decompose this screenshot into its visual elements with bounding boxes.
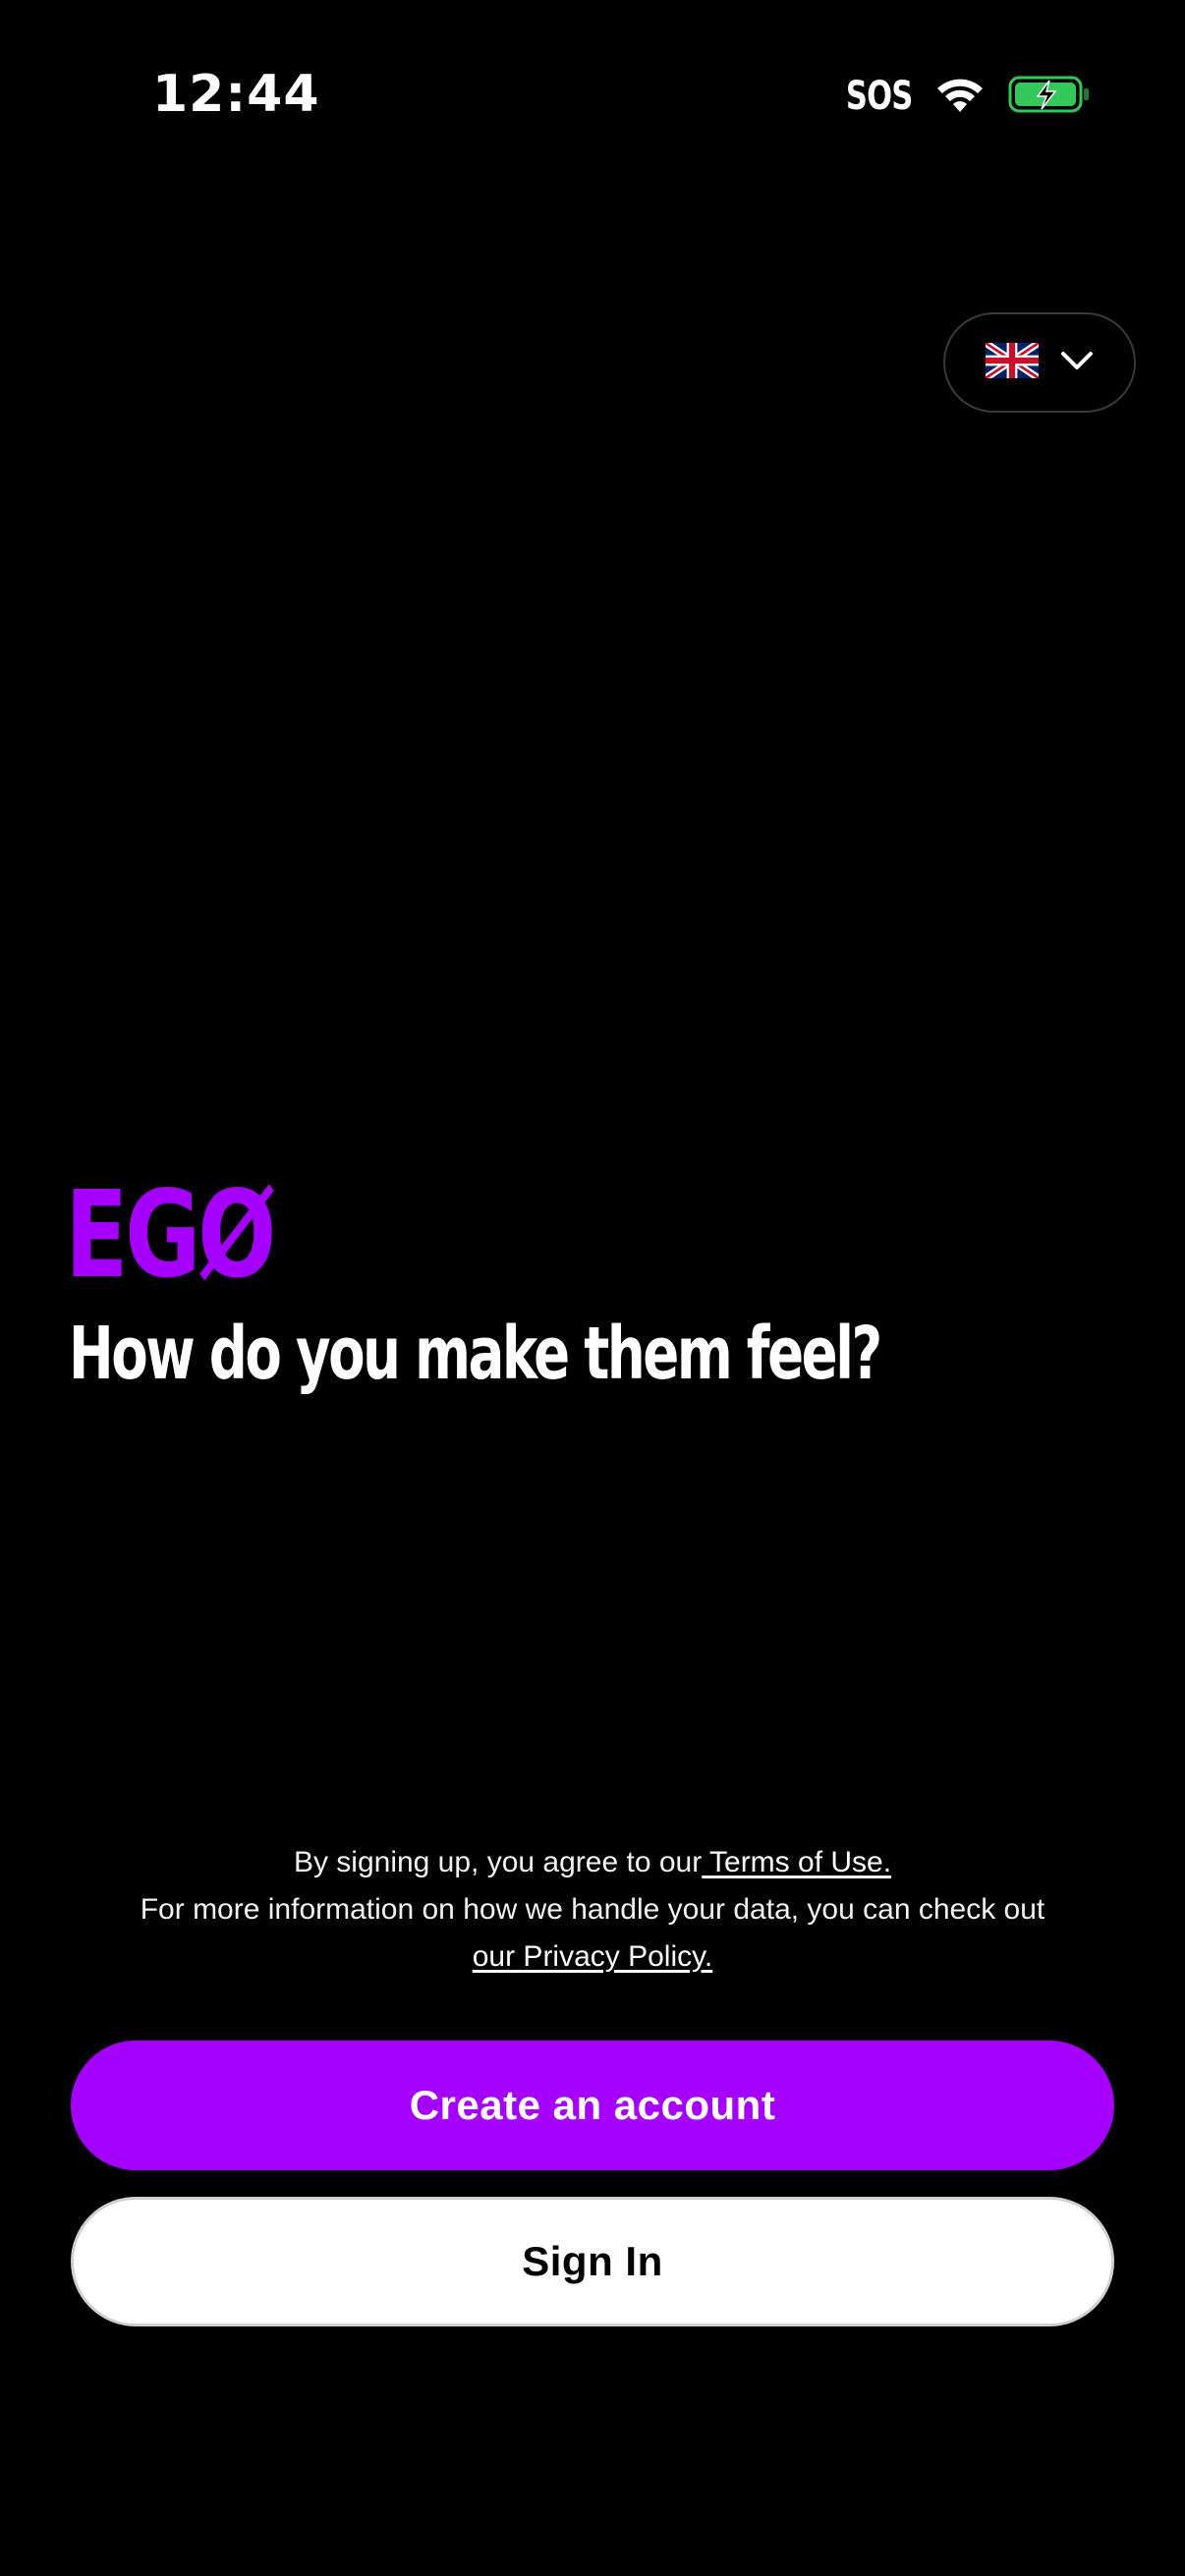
language-selector[interactable] [943,312,1136,413]
status-indicators: SOS [834,69,1091,124]
sign-in-button[interactable]: Sign In [71,2197,1114,2326]
carrier-label: SOS [845,74,912,119]
terms-of-use-link[interactable]: Terms of Use. [702,1846,891,1878]
legal-line-2: For more information on how we handle yo… [140,1893,1045,1926]
battery-charging-icon [1008,75,1091,119]
legal-line-1: By signing up, you agree to our Terms of… [39,1839,1146,1886]
legal-notice: By signing up, you agree to our Terms of… [39,1839,1146,1981]
terms-prefix: By signing up, you agree to our [293,1846,703,1878]
uk-flag-icon [984,339,1041,383]
create-account-button[interactable]: Create an account [71,2041,1114,2170]
chevron-down-icon [1060,350,1094,376]
status-time: 12:44 [152,65,320,124]
privacy-policy-link[interactable]: our Privacy Policy. [473,1940,713,1973]
tagline: How do you make them feel? [69,1312,882,1396]
wifi-icon [935,75,985,119]
legal-line-3: our Privacy Policy. [39,1933,1146,1981]
app-logo: EGØ [65,1165,276,1305]
